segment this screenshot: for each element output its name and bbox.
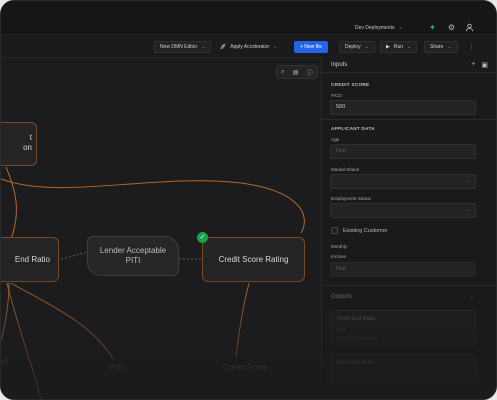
run-button[interactable]: ▶ Run ⌄ xyxy=(380,41,418,53)
output-value: Null xyxy=(337,327,345,332)
divider xyxy=(322,72,496,73)
output-card-front-end-ratio: Front End Ratio Null 0 : 0 ms (evaluated… xyxy=(330,310,476,346)
node-label-line2: on xyxy=(23,143,32,152)
age-input[interactable]: Null xyxy=(330,144,476,159)
marital-status-select[interactable]: ⌄ xyxy=(330,174,476,189)
panel-title: Inputs xyxy=(331,62,348,68)
existing-customer-label: Existing Customer xyxy=(343,227,388,234)
edge-piti-input-to-end-ratio xyxy=(10,282,114,360)
more-menu-icon[interactable]: ⋮ xyxy=(463,41,480,53)
age-label: Age xyxy=(331,137,340,142)
share-label: Share xyxy=(430,44,444,50)
input-label: Credit Score xyxy=(223,363,268,372)
applicant-section-title: APPLICANT DATA xyxy=(331,126,375,131)
decision-node-partial[interactable]: t on xyxy=(1,122,37,166)
deploy-button[interactable]: Deploy ⌄ xyxy=(339,41,375,53)
environment-select[interactable]: Dev Deployments ⌄ xyxy=(355,21,403,35)
edge-credit-score-to-rating xyxy=(235,282,250,358)
divider xyxy=(322,119,496,120)
divider xyxy=(322,285,496,286)
node-label: Credit Score Rating xyxy=(218,254,289,264)
output-title: Front End Ratio xyxy=(337,316,376,322)
deploy-label: Deploy xyxy=(345,44,361,50)
info-icon[interactable]: ⓘ xyxy=(307,68,313,77)
income-input[interactable]: Null xyxy=(330,262,476,277)
success-check-icon: ✓ xyxy=(197,232,208,243)
search-icon[interactable]: ⌕ xyxy=(281,69,284,76)
save-icon[interactable]: ▣ xyxy=(481,61,488,69)
edge-left-input-to-end-ratio xyxy=(1,282,10,342)
input-node-piti[interactable]: PITI xyxy=(109,363,124,372)
run-label: Run xyxy=(393,44,404,50)
employment-status-label: Employment Status xyxy=(331,196,371,201)
monthly-label: Monthly xyxy=(331,244,348,249)
inputs-panel: Inputs + ▣ CREDIT SCORE FICO 500 APPLICA… xyxy=(321,57,496,399)
edge-info-to-credit-rating xyxy=(1,178,305,234)
income-label: Income xyxy=(331,254,347,259)
chevron-down-icon: ⌄ xyxy=(447,44,452,50)
credit-score-section-title: CREDIT SCORE xyxy=(331,82,370,87)
input-node-partial[interactable]: ed t xyxy=(1,357,8,375)
output-title: Back End Ratio xyxy=(337,360,375,366)
share-button[interactable]: Share ⌄ xyxy=(424,41,458,53)
input-label-line1: ed xyxy=(1,357,8,366)
employment-status-select[interactable]: ⌄ xyxy=(330,203,476,218)
table-icon[interactable]: ▤ xyxy=(293,69,299,76)
edge-top-node-to-end-ratio xyxy=(5,166,17,240)
node-label: Lender Acceptable PITI xyxy=(99,246,167,265)
add-icon[interactable]: + xyxy=(471,61,475,69)
checkbox[interactable] xyxy=(331,227,338,234)
panel-actions: + ▣ xyxy=(471,61,488,69)
node-label: End Ratio xyxy=(14,254,50,264)
chevron-down-icon: ⌄ xyxy=(407,44,412,50)
chevron-down-icon: ⌄ xyxy=(398,25,403,31)
edge-extra-to-end-ratio xyxy=(6,282,42,399)
bkm-node-lender-piti[interactable]: Lender Acceptable PITI xyxy=(87,236,179,276)
input-label: PITI xyxy=(109,363,124,372)
chevron-down-icon: ⌄ xyxy=(466,207,471,213)
user-icon[interactable] xyxy=(465,23,474,32)
existing-customer-checkbox[interactable]: Existing Customer xyxy=(331,227,388,234)
outputs-header[interactable]: Outputs xyxy=(331,294,352,300)
decision-node-end-ratio[interactable]: End Ratio xyxy=(1,237,59,282)
gear-icon[interactable]: ⚙ xyxy=(447,23,456,32)
input-label-line2: t xyxy=(1,366,8,375)
canvas-toolbar: ⌕ ▤ ⓘ xyxy=(276,65,318,79)
chevron-down-icon: ⌄ xyxy=(364,44,369,50)
diagram-edges xyxy=(1,166,305,399)
output-note: 0 : 0 ms (evaluated) xyxy=(337,336,377,341)
marital-status-label: Marital Status xyxy=(331,167,360,172)
decision-node-credit-score-rating[interactable]: Credit Score Rating xyxy=(202,237,305,282)
output-card-back-end-ratio: Back End Ratio xyxy=(330,354,476,384)
chevron-down-icon[interactable]: ⌄ xyxy=(469,294,474,301)
node-label-line1: t xyxy=(29,133,32,142)
input-node-credit-score[interactable]: Credit Score xyxy=(223,363,267,372)
app-window: Dev Deployments ⌄ ✦ ⚙ New DMN Editor ⌄ 🚀… xyxy=(0,0,497,400)
chevron-down-icon: ⌄ xyxy=(466,178,471,184)
sparkle-icon[interactable]: ✦ xyxy=(428,23,437,32)
play-icon: ▶ xyxy=(386,44,390,50)
fico-input[interactable]: 500 xyxy=(330,100,476,115)
fico-label: FICO xyxy=(331,93,342,98)
environment-label: Dev Deployments xyxy=(355,25,395,31)
